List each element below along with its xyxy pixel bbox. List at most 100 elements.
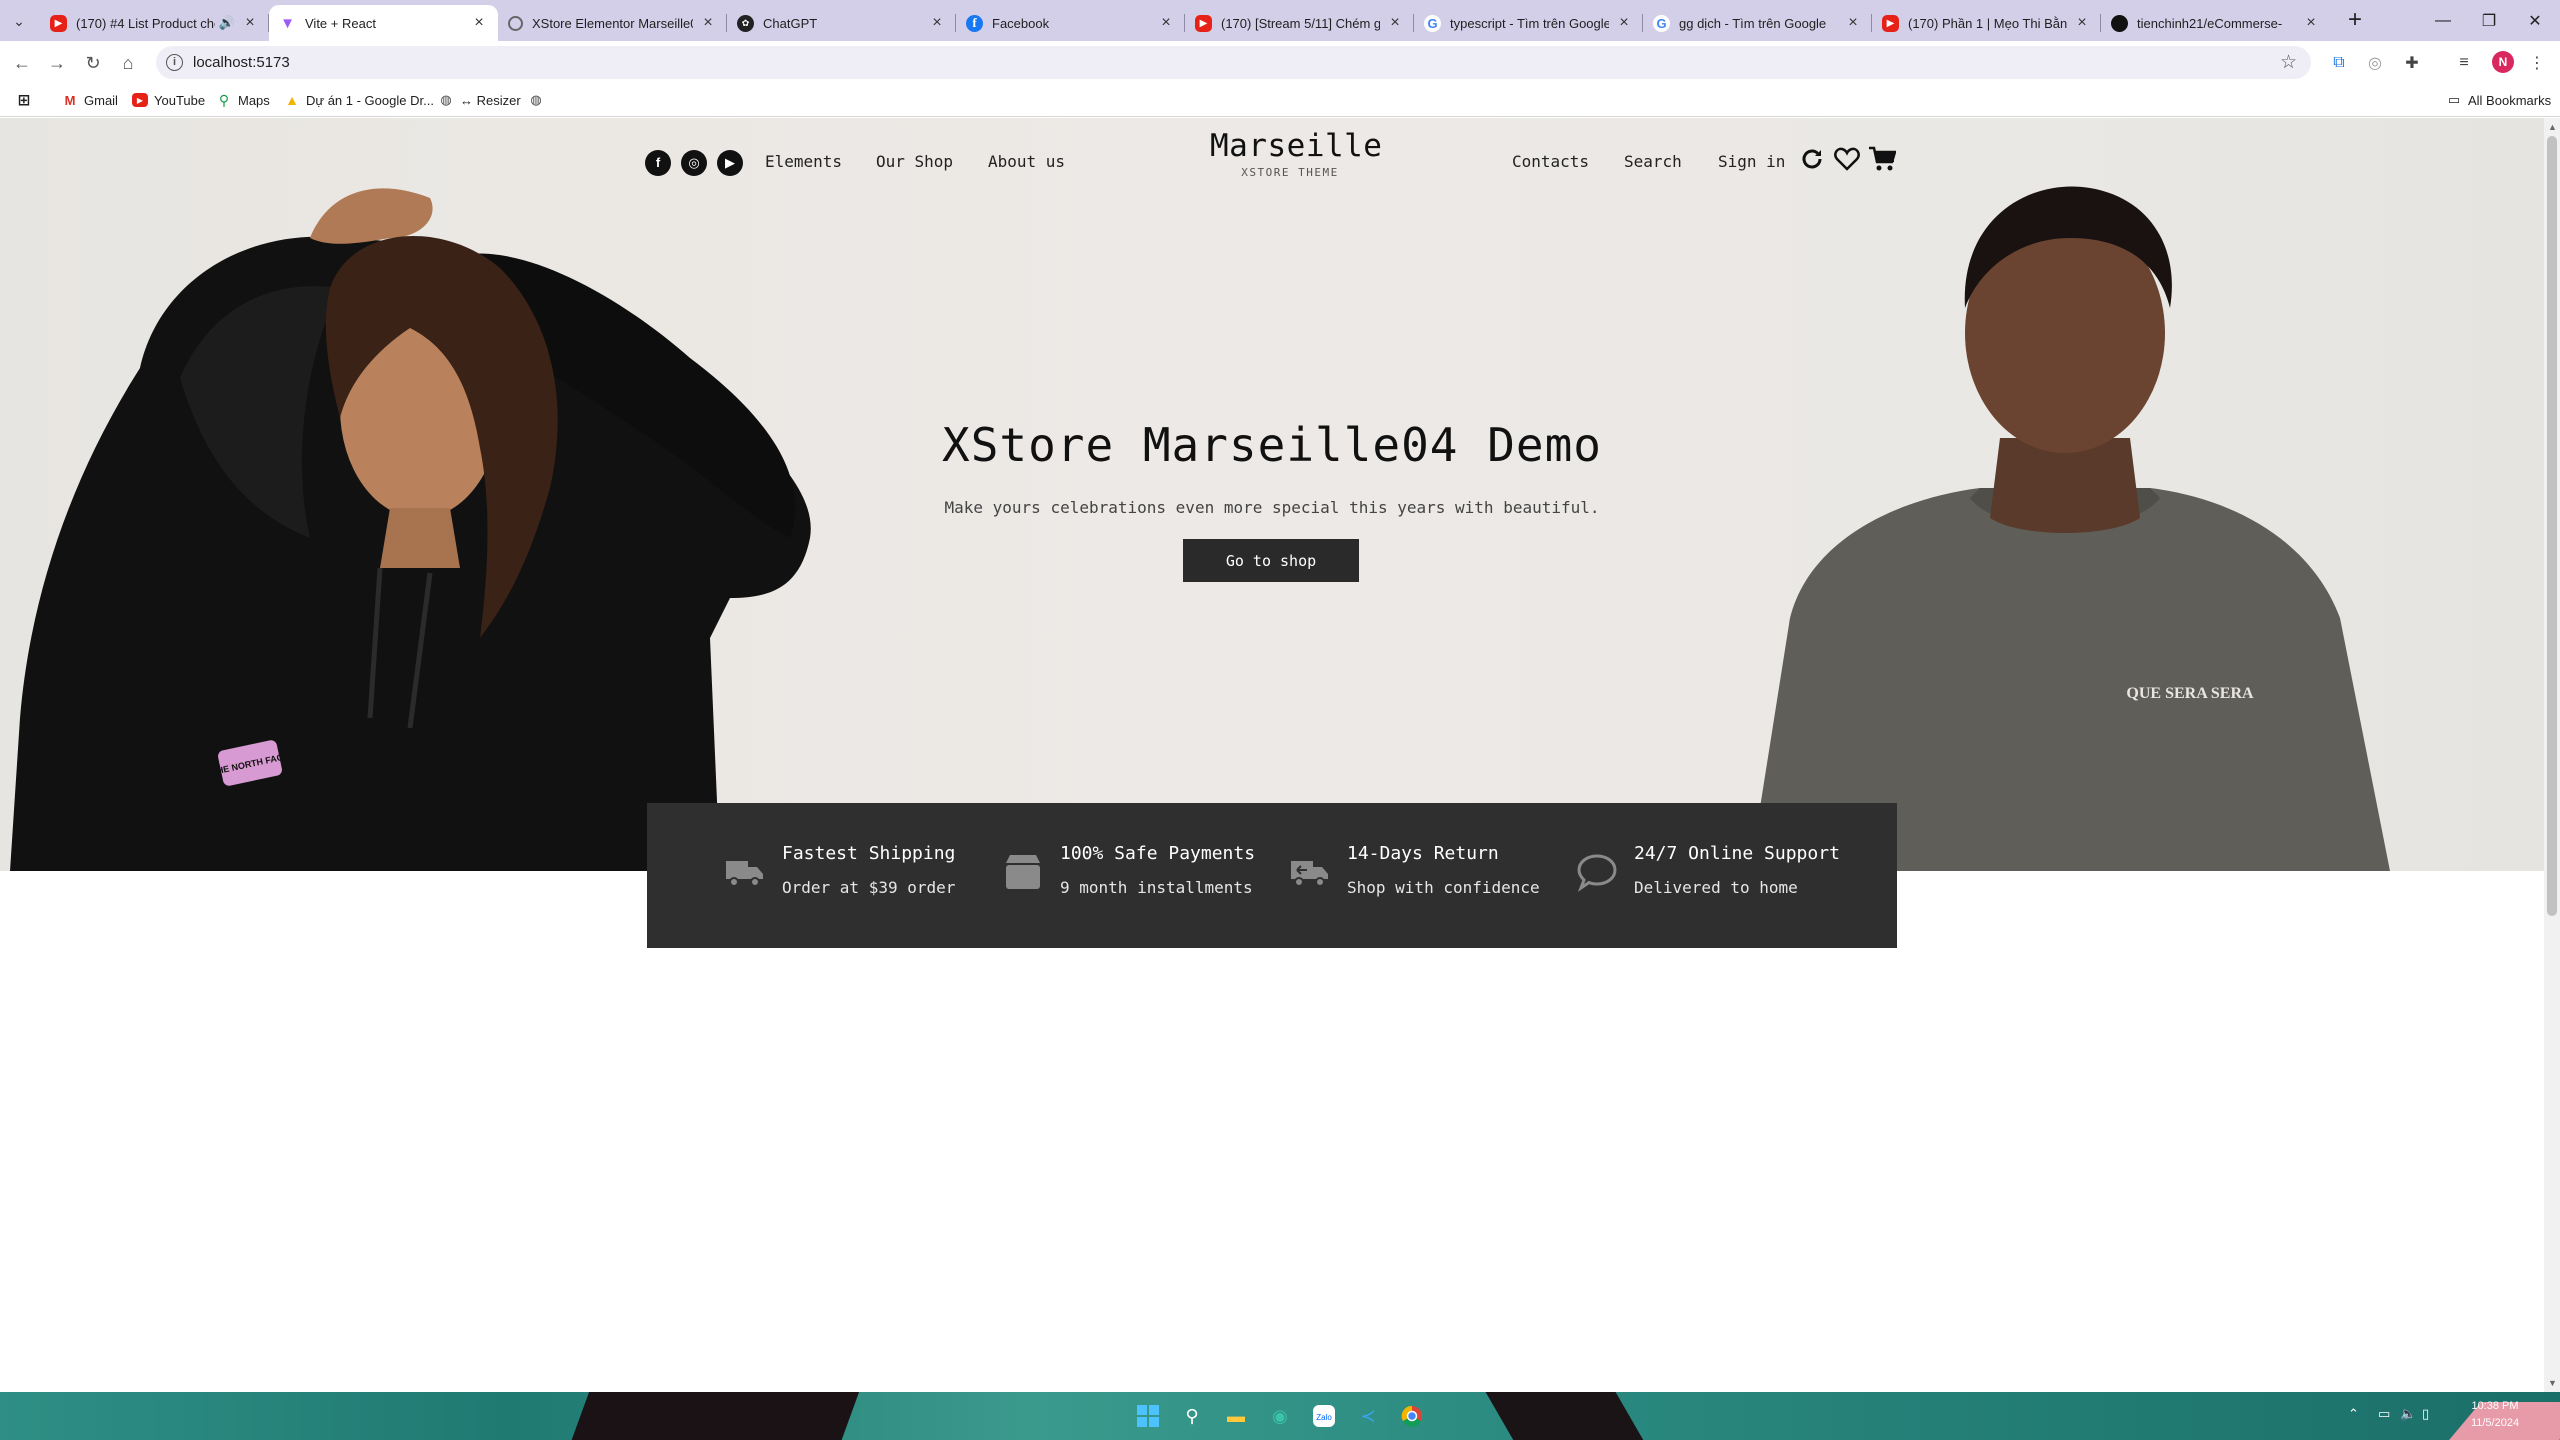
nav-about-us[interactable]: About us xyxy=(988,152,1065,171)
scroll-up-arrow-icon[interactable]: ▲ xyxy=(2548,122,2557,132)
feature-desc: Order at $39 order xyxy=(782,878,956,897)
tab[interactable]: ▶ (170) [Stream 5/11] Chém gió × xyxy=(1185,5,1414,41)
close-tab-icon[interactable]: × xyxy=(1157,14,1175,32)
address-bar-url[interactable]: localhost:5173 xyxy=(193,54,290,71)
system-clock[interactable]: 10:38 PM 11/5/2024 xyxy=(2460,1398,2530,1432)
maps-icon: ⚲ xyxy=(218,91,230,108)
windows-taskbar: ⚲ ▬ ◉ Zalo ≺ ⌃ ▭ 🔈 ▯ 10:38 PM 11/5/2024 xyxy=(0,1392,2560,1440)
refresh-icon[interactable] xyxy=(1797,144,1827,174)
forward-icon[interactable]: → xyxy=(43,49,71,77)
close-tab-icon[interactable]: × xyxy=(2073,14,2091,32)
cart-icon[interactable] xyxy=(1867,144,1897,174)
close-tab-icon[interactable]: × xyxy=(470,14,488,32)
chrome-icon[interactable] xyxy=(1397,1401,1427,1431)
tab[interactable]: ✿ ChatGPT × xyxy=(727,5,956,41)
site-logo[interactable]: Marseille XSTORE THEME xyxy=(1210,128,1383,179)
vscode-icon[interactable]: ≺ xyxy=(1353,1401,1383,1431)
menu-kebab-icon[interactable]: ⋮ xyxy=(2526,53,2548,73)
close-tab-icon[interactable]: × xyxy=(1386,14,1404,32)
address-bar[interactable]: i localhost:5173 ☆ xyxy=(156,46,2311,79)
tray-chevron-icon[interactable]: ⌃ xyxy=(2348,1406,2359,1422)
github-icon xyxy=(2111,14,2128,32)
site-info-icon[interactable]: i xyxy=(166,54,183,71)
nav-elements[interactable]: Elements xyxy=(765,152,842,171)
extensions-puzzle-icon[interactable]: ✚ xyxy=(2401,53,2423,73)
minimize-icon[interactable]: — xyxy=(2420,0,2466,41)
bookmark-gmail[interactable]: M Gmail xyxy=(62,91,118,109)
network-icon[interactable]: ▭ xyxy=(2378,1406,2390,1422)
bookmark-maps[interactable]: ⚲ Maps xyxy=(216,91,270,109)
close-tab-icon[interactable]: × xyxy=(1844,14,1862,32)
nav-contacts[interactable]: Contacts xyxy=(1512,152,1589,171)
restore-icon[interactable]: ❐ xyxy=(2466,0,2512,41)
go-to-shop-button[interactable]: Go to shop xyxy=(1183,539,1359,582)
feature-desc: Delivered to home xyxy=(1634,878,1798,897)
tab-title: tienchinh21/eCommerse- xyxy=(2137,15,2283,31)
clock-date: 11/5/2024 xyxy=(2470,1417,2520,1429)
tab-search-button[interactable]: ⌄ xyxy=(6,8,32,34)
tab[interactable]: G gg dịch - Tìm trên Google × xyxy=(1643,5,1872,41)
page-scrollbar[interactable]: ▲ ▼ xyxy=(2544,118,2560,1392)
facebook-icon[interactable]: f xyxy=(645,150,671,176)
close-tab-icon[interactable]: × xyxy=(2302,14,2320,32)
brand-name: Marseille xyxy=(1210,128,1383,164)
edge-icon[interactable]: ◉ xyxy=(1265,1401,1295,1431)
tab[interactable]: f Facebook × xyxy=(956,5,1185,41)
tab[interactable]: tienchinh21/eCommerse- × xyxy=(2101,5,2330,41)
scroll-down-arrow-icon[interactable]: ▼ xyxy=(2548,1378,2557,1388)
bookmark-label: Dự án 1 - Google Dr... xyxy=(306,92,434,108)
translate-icon[interactable]: ⧉ xyxy=(2328,53,2350,73)
home-icon[interactable]: ⌂ xyxy=(114,49,142,77)
speaker-icon[interactable]: 🔊 xyxy=(219,15,235,31)
tab-title: XStore Elementor Marseille04 xyxy=(532,15,693,31)
bookmark-globe[interactable]: ◍ xyxy=(528,91,550,109)
bookmark-label: ↔ Resizer xyxy=(460,92,521,108)
drive-icon: ▲ xyxy=(285,92,299,108)
zalo-icon[interactable]: Zalo xyxy=(1309,1401,1339,1431)
tab-title: (170) #4 List Product cho t xyxy=(76,15,215,31)
taskbar-search-icon[interactable]: ⚲ xyxy=(1177,1401,1207,1431)
nav-sign-in[interactable]: Sign in xyxy=(1718,152,1785,171)
browser-tab-strip: ⌄ ▶ (170) #4 List Product cho t 🔊 × ▼ Vi… xyxy=(0,0,2560,41)
bookmark-drive[interactable]: ▲ Dự án 1 - Google Dr... xyxy=(284,91,434,109)
extension-compass-icon[interactable]: ◎ xyxy=(2364,53,2386,73)
all-bookmarks[interactable]: ▭ All Bookmarks xyxy=(2446,91,2551,109)
tab[interactable]: ▶ (170) Phần 1 | Mẹo Thi Bằng L × xyxy=(1872,5,2101,41)
nav-search[interactable]: Search xyxy=(1624,152,1682,171)
sweatshirt-print: QUE SERA SERA xyxy=(2126,685,2254,702)
close-tab-icon[interactable]: × xyxy=(699,14,717,32)
back-icon[interactable]: ← xyxy=(8,49,36,77)
reload-icon[interactable]: ↻ xyxy=(79,49,107,77)
battery-icon[interactable]: ▯ xyxy=(2422,1406,2429,1422)
bookmark-label: Gmail xyxy=(84,92,118,108)
tab[interactable]: G typescript - Tìm trên Google × xyxy=(1414,5,1643,41)
volume-icon[interactable]: 🔈 xyxy=(2400,1406,2416,1422)
close-tab-icon[interactable]: × xyxy=(928,14,946,32)
new-tab-button[interactable]: + xyxy=(2342,8,2368,34)
file-explorer-icon[interactable]: ▬ xyxy=(1221,1401,1251,1431)
hero-image-woman: THE NORTH FACE xyxy=(10,188,811,871)
apps-grid-icon[interactable]: ⊞ xyxy=(16,91,38,109)
heart-icon[interactable] xyxy=(1832,144,1862,174)
close-window-icon[interactable]: ✕ xyxy=(2512,0,2558,41)
chat-bubble-icon xyxy=(1577,854,1617,892)
tab-active[interactable]: ▼ Vite + React × xyxy=(269,5,498,41)
scrollbar-thumb[interactable] xyxy=(2547,136,2557,916)
instagram-icon[interactable]: ◎ xyxy=(681,150,707,176)
media-control-icon[interactable]: ≡ xyxy=(2453,53,2475,73)
feature-title: 24/7 Online Support xyxy=(1634,843,1840,864)
close-tab-icon[interactable]: × xyxy=(1615,14,1633,32)
bookmark-resizer[interactable]: ◍ ↔ Resizer xyxy=(438,91,521,109)
chatgpt-icon: ✿ xyxy=(737,14,754,32)
feature-title: 100% Safe Payments xyxy=(1060,843,1256,864)
close-tab-icon[interactable]: × xyxy=(241,14,259,32)
tab[interactable]: XStore Elementor Marseille04 × xyxy=(498,5,727,41)
bookmark-star-icon[interactable]: ☆ xyxy=(2280,51,2297,74)
nav-our-shop[interactable]: Our Shop xyxy=(876,152,953,171)
tab[interactable]: ▶ (170) #4 List Product cho t 🔊 × xyxy=(40,5,269,41)
bookmark-youtube[interactable]: ▶ YouTube xyxy=(132,91,205,109)
youtube-icon[interactable]: ▶ xyxy=(717,150,743,176)
hero-banner: THE NORTH FACE QUE SERA SERA f ◎ ▶ Eleme… xyxy=(0,118,2544,871)
profile-avatar[interactable]: N xyxy=(2492,51,2514,73)
windows-start-icon[interactable] xyxy=(1133,1401,1163,1431)
